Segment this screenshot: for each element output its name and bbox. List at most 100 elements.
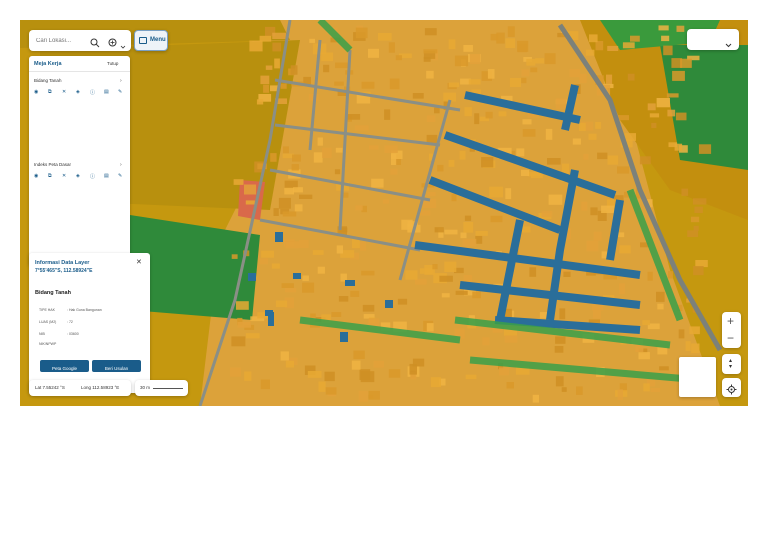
land-parcel[interactable] — [597, 152, 608, 160]
land-parcel[interactable] — [601, 205, 614, 213]
land-parcel[interactable] — [668, 142, 678, 148]
land-parcel[interactable] — [382, 199, 389, 204]
land-parcel[interactable] — [334, 169, 341, 175]
land-parcel[interactable] — [595, 122, 602, 129]
land-parcel[interactable] — [444, 261, 457, 272]
land-parcel[interactable] — [650, 388, 660, 393]
google-map-button[interactable]: Peta Google — [40, 360, 89, 372]
land-parcel[interactable] — [541, 211, 553, 217]
land-parcel[interactable] — [270, 153, 277, 162]
land-parcel[interactable] — [663, 45, 673, 56]
land-parcel[interactable] — [359, 241, 367, 251]
land-parcel[interactable] — [278, 197, 291, 209]
land-parcel[interactable] — [354, 125, 369, 131]
land-parcel[interactable] — [681, 188, 689, 196]
land-parcel[interactable] — [530, 67, 538, 73]
land-parcel[interactable] — [459, 150, 466, 160]
land-parcel[interactable] — [265, 65, 273, 70]
land-parcel[interactable] — [685, 341, 691, 351]
land-parcel[interactable] — [490, 215, 503, 223]
land-parcel[interactable] — [285, 241, 299, 249]
info-icon[interactable]: ⓘ — [90, 173, 95, 180]
land-parcel[interactable] — [249, 40, 263, 52]
land-parcel[interactable] — [607, 155, 619, 165]
chevron-down-icon[interactable] — [120, 37, 126, 49]
land-parcel[interactable] — [463, 222, 474, 233]
land-parcel[interactable] — [371, 178, 384, 188]
land-parcel[interactable] — [532, 394, 539, 403]
land-parcel[interactable] — [432, 264, 438, 270]
land-parcel[interactable] — [627, 73, 635, 81]
land-parcel[interactable] — [451, 193, 457, 202]
land-parcel[interactable] — [642, 320, 650, 326]
land-parcel[interactable] — [668, 271, 673, 279]
land-parcel[interactable] — [368, 48, 379, 58]
land-parcel[interactable] — [424, 28, 437, 36]
land-parcel[interactable] — [434, 107, 440, 114]
land-parcel[interactable] — [489, 186, 503, 198]
land-parcel[interactable] — [659, 366, 669, 371]
land-parcel[interactable] — [579, 73, 587, 84]
trash-icon[interactable]: ▤ — [104, 173, 109, 179]
land-parcel[interactable] — [693, 266, 704, 276]
close-icon[interactable]: ✕ — [136, 258, 142, 266]
land-parcel[interactable] — [280, 83, 287, 89]
land-parcel[interactable] — [678, 329, 685, 339]
land-parcel[interactable] — [617, 389, 623, 400]
land-parcel[interactable] — [555, 336, 566, 344]
land-parcel[interactable] — [521, 77, 527, 84]
land-parcel[interactable] — [590, 207, 598, 216]
land-parcel[interactable] — [336, 245, 343, 254]
land-parcel[interactable] — [463, 45, 473, 52]
land-parcel[interactable] — [595, 41, 604, 51]
land-parcel[interactable] — [388, 369, 401, 378]
land-parcel[interactable] — [358, 390, 368, 402]
land-parcel[interactable] — [666, 93, 679, 98]
land-parcel[interactable] — [281, 283, 294, 288]
land-parcel[interactable] — [448, 82, 460, 88]
land-parcel[interactable] — [576, 386, 583, 395]
land-parcel[interactable] — [323, 64, 330, 73]
land-parcel[interactable] — [373, 360, 384, 368]
land-parcel[interactable] — [245, 333, 260, 339]
land-parcel[interactable] — [522, 119, 532, 125]
land-parcel[interactable] — [384, 145, 398, 153]
land-parcel[interactable] — [256, 99, 264, 105]
land-parcel[interactable] — [589, 34, 598, 43]
land-parcel[interactable] — [579, 122, 586, 131]
land-parcel[interactable] — [272, 32, 287, 39]
land-parcel[interactable] — [691, 343, 700, 354]
land-parcel[interactable] — [390, 168, 398, 175]
land-parcel[interactable] — [230, 367, 241, 377]
land-parcel[interactable] — [593, 309, 601, 319]
land-parcel[interactable] — [460, 232, 467, 239]
land-parcel[interactable] — [318, 381, 326, 392]
land-parcel[interactable] — [545, 128, 553, 140]
menu-button[interactable]: Menu — [134, 30, 168, 51]
land-parcel[interactable] — [586, 240, 599, 252]
land-parcel[interactable] — [658, 25, 669, 31]
land-parcel[interactable] — [444, 229, 458, 235]
land-parcel[interactable] — [259, 258, 268, 265]
land-parcel[interactable] — [607, 45, 619, 51]
land-parcel[interactable] — [395, 55, 402, 61]
land-parcel[interactable] — [698, 144, 712, 154]
land-parcel[interactable] — [412, 358, 425, 367]
land-parcel[interactable] — [487, 69, 495, 79]
land-parcel[interactable] — [690, 216, 700, 223]
layer-select[interactable] — [687, 29, 739, 50]
trash-icon[interactable]: ▤ — [104, 89, 109, 95]
edit-icon[interactable]: ✎ — [118, 89, 122, 95]
land-parcel[interactable] — [426, 115, 436, 122]
land-parcel[interactable] — [672, 70, 685, 81]
land-parcel[interactable] — [231, 336, 246, 347]
land-parcel[interactable] — [401, 219, 413, 230]
land-parcel[interactable] — [309, 38, 315, 43]
land-parcel[interactable] — [378, 33, 392, 41]
land-parcel[interactable] — [335, 147, 343, 153]
land-parcel[interactable] — [322, 147, 332, 158]
land-parcel[interactable] — [430, 377, 441, 388]
land-parcel[interactable] — [273, 208, 279, 216]
land-parcel[interactable] — [294, 204, 303, 212]
land-parcel[interactable] — [272, 42, 282, 52]
